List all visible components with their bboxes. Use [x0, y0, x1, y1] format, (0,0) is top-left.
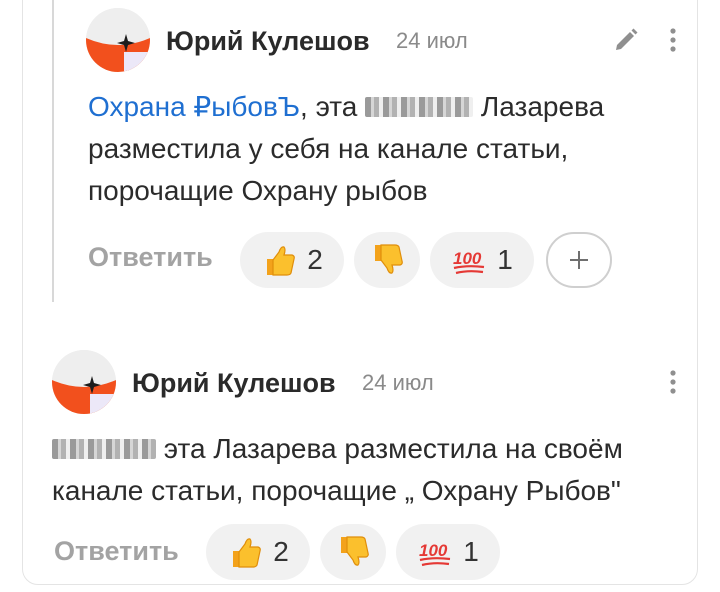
author-name[interactable]: Юрий Кулешов — [166, 26, 370, 57]
comment-date: 24 июл — [396, 28, 468, 53]
reaction-count: 2 — [307, 244, 323, 275]
comment-text-line2: разместила у себя на канале статьи, — [88, 133, 569, 164]
reply-button[interactable]: Ответить — [54, 536, 179, 567]
avatar[interactable] — [86, 8, 150, 72]
thumbs-up-icon — [267, 246, 296, 276]
reaction-count: 1 — [497, 244, 513, 275]
author-name[interactable]: Юрий Кулешов — [132, 368, 336, 399]
thumbs-up-icon — [233, 538, 262, 568]
avatar[interactable] — [52, 350, 116, 414]
more-options-icon[interactable] — [666, 26, 680, 59]
reaction-thumbs-down[interactable] — [354, 232, 420, 288]
plus-icon — [570, 251, 588, 269]
censored-word — [52, 439, 156, 459]
hundred-points-icon: 100 — [453, 249, 485, 275]
more-options-icon[interactable] — [666, 368, 680, 401]
svg-text:100: 100 — [453, 249, 482, 268]
comment-text-line3: порочащие Охрану рыбов — [88, 175, 428, 206]
censored-word — [365, 97, 474, 117]
comment-text-line2: канале статьи, порочащие „ Охрану Рыбов" — [52, 475, 621, 506]
reaction-thumbs-up[interactable]: 2 — [240, 232, 344, 288]
reaction-count: 2 — [273, 536, 289, 567]
reaction-hundred[interactable]: 100 1 — [396, 524, 500, 580]
comment-text-line1: Охрана ₽ыбовЪ, эта Лазарева — [88, 91, 605, 122]
svg-text:100: 100 — [419, 541, 448, 560]
add-reaction-button[interactable] — [546, 232, 612, 288]
thread-line — [52, 0, 54, 302]
comment-text: Охрана ₽ыбовЪ, эта Лазарева разместила у… — [88, 86, 688, 212]
hundred-points-icon: 100 — [419, 541, 451, 567]
reaction-thumbs-up[interactable]: 2 — [206, 524, 310, 580]
comment-text-line1: эта Лазарева разместила на своём — [52, 428, 702, 470]
thumbs-down-icon — [341, 536, 369, 566]
reply-button[interactable]: Ответить — [88, 242, 213, 273]
reaction-count: 1 — [463, 536, 479, 567]
mention-link[interactable]: Охрана ₽ыбовЪ — [88, 91, 300, 122]
reaction-hundred[interactable]: 100 1 — [430, 232, 534, 288]
thumbs-down-icon — [375, 244, 403, 274]
edit-icon[interactable] — [612, 26, 640, 59]
reaction-thumbs-down[interactable] — [320, 524, 386, 580]
comment-date: 24 июл — [362, 370, 434, 395]
comment-text: эта Лазарева разместила на своём канале … — [52, 428, 702, 512]
